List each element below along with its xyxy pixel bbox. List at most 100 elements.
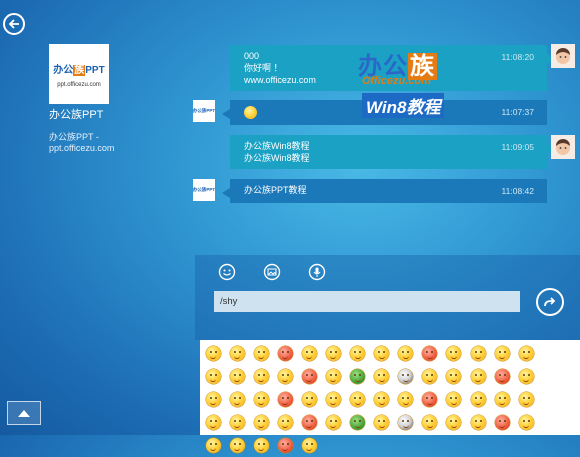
- emoji-face-icon: [350, 369, 366, 384]
- emoji-face-icon: [470, 415, 486, 430]
- emoji-item[interactable]: [370, 365, 394, 388]
- emoji-face-icon: [494, 415, 510, 430]
- emoji-face-icon: [229, 369, 245, 384]
- emoji-item[interactable]: [321, 411, 345, 434]
- emoji-face-icon: [350, 415, 366, 430]
- emoji-item[interactable]: [418, 365, 442, 388]
- emoji-item[interactable]: [346, 342, 370, 365]
- emoji-item[interactable]: [297, 388, 321, 411]
- back-button[interactable]: [3, 13, 25, 35]
- emoji-item[interactable]: [225, 388, 249, 411]
- emoji-item[interactable]: [466, 388, 490, 411]
- emoji-item[interactable]: [249, 411, 273, 434]
- contact-small-avatar: 办公族PPT: [193, 179, 215, 201]
- emoji-item[interactable]: [297, 342, 321, 365]
- voice-button[interactable]: [306, 261, 328, 283]
- contact-subtitle: 办公族PPT - ppt.officezu.com: [49, 132, 115, 153]
- emoji-face-icon: [422, 392, 438, 407]
- emoji-item[interactable]: [273, 342, 297, 365]
- emoji-item[interactable]: [394, 342, 418, 365]
- message-bubble[interactable]: 办公族PPT教程 11:08:42: [222, 179, 547, 203]
- emoji-item[interactable]: [442, 365, 466, 388]
- user-photo-icon: [551, 135, 575, 159]
- emoji-item[interactable]: [346, 365, 370, 388]
- emoji-item[interactable]: [370, 342, 394, 365]
- emoji-item[interactable]: [442, 388, 466, 411]
- emoji-item[interactable]: [514, 342, 538, 365]
- contact-logo: 办公族PPT: [53, 64, 105, 76]
- send-button[interactable]: [536, 288, 564, 316]
- emoji-face-icon: [277, 438, 293, 453]
- emoji-item[interactable]: [490, 411, 514, 434]
- bubble-tail: [222, 109, 230, 119]
- emoji-item[interactable]: [273, 411, 297, 434]
- contact-logo-url: ppt.officezu.com: [57, 81, 101, 88]
- emoji-item[interactable]: [418, 342, 442, 365]
- emoji-item[interactable]: [466, 411, 490, 434]
- emoji-face-icon: [446, 392, 462, 407]
- emoji-item[interactable]: [370, 411, 394, 434]
- emoji-face-icon: [253, 392, 269, 407]
- emoji-item[interactable]: [490, 365, 514, 388]
- emoji-item[interactable]: [225, 411, 249, 434]
- emoji-face-icon: [205, 392, 221, 407]
- emoji-item[interactable]: [225, 365, 249, 388]
- emoji-item[interactable]: [466, 342, 490, 365]
- emoji-face-icon: [422, 369, 438, 384]
- smiley-icon: [218, 263, 236, 281]
- emoji-item[interactable]: [249, 342, 273, 365]
- emoji-item[interactable]: [201, 342, 225, 365]
- image-icon: [263, 263, 281, 281]
- emoji-item[interactable]: [273, 388, 297, 411]
- app-bar-toggle[interactable]: [7, 401, 41, 425]
- emoji-face-icon: [470, 346, 486, 361]
- emoji-item[interactable]: [514, 411, 538, 434]
- emoji-item[interactable]: [490, 388, 514, 411]
- message-input[interactable]: [214, 291, 520, 312]
- emoji-item[interactable]: [225, 342, 249, 365]
- emoji-item[interactable]: [297, 365, 321, 388]
- emoji-item[interactable]: [514, 388, 538, 411]
- emoji-item[interactable]: [225, 434, 249, 457]
- emoji-face-icon: [277, 415, 293, 430]
- emoji-item[interactable]: [346, 388, 370, 411]
- emoji-item[interactable]: [201, 388, 225, 411]
- emoji-item[interactable]: [418, 388, 442, 411]
- emoji-item[interactable]: [418, 411, 442, 434]
- emoji-item[interactable]: [466, 365, 490, 388]
- emoji-face-icon: [253, 369, 269, 384]
- emoji-item[interactable]: [297, 411, 321, 434]
- emoji-item[interactable]: [273, 434, 297, 457]
- emoji-face-icon: [229, 346, 245, 361]
- emoji-item[interactable]: [321, 342, 345, 365]
- emoji-item[interactable]: [394, 388, 418, 411]
- emoji-item[interactable]: [346, 411, 370, 434]
- emoji-item[interactable]: [249, 388, 273, 411]
- emoji-item[interactable]: [442, 342, 466, 365]
- emoji-item[interactable]: [297, 434, 321, 457]
- emoji-item[interactable]: [273, 365, 297, 388]
- emoji-item[interactable]: [201, 434, 225, 457]
- emoji-item[interactable]: [442, 411, 466, 434]
- emoji-item[interactable]: [201, 365, 225, 388]
- emoji-item[interactable]: [321, 365, 345, 388]
- emoji-face-icon: [374, 346, 390, 361]
- emoji-item[interactable]: [394, 411, 418, 434]
- message-bubble[interactable]: 办公族Win8教程 办公族Win8教程 11:09:05: [230, 135, 555, 169]
- emoji-item[interactable]: [394, 365, 418, 388]
- emoji-item[interactable]: [370, 388, 394, 411]
- emoji-item[interactable]: [201, 411, 225, 434]
- emoji-item[interactable]: [490, 342, 514, 365]
- image-button[interactable]: [261, 261, 283, 283]
- emoji-face-icon: [494, 346, 510, 361]
- emoji-button[interactable]: [216, 261, 238, 283]
- emoji-item[interactable]: [514, 365, 538, 388]
- emoji-item[interactable]: [249, 365, 273, 388]
- emoji-face-icon: [494, 369, 510, 384]
- emoji-item[interactable]: [249, 434, 273, 457]
- emoji-face-icon: [253, 438, 269, 453]
- emoji-item[interactable]: [321, 388, 345, 411]
- emoji-face-icon: [205, 369, 221, 384]
- emoji-face-icon: [446, 369, 462, 384]
- contact-avatar: 办公族PPT ppt.officezu.com: [49, 44, 109, 104]
